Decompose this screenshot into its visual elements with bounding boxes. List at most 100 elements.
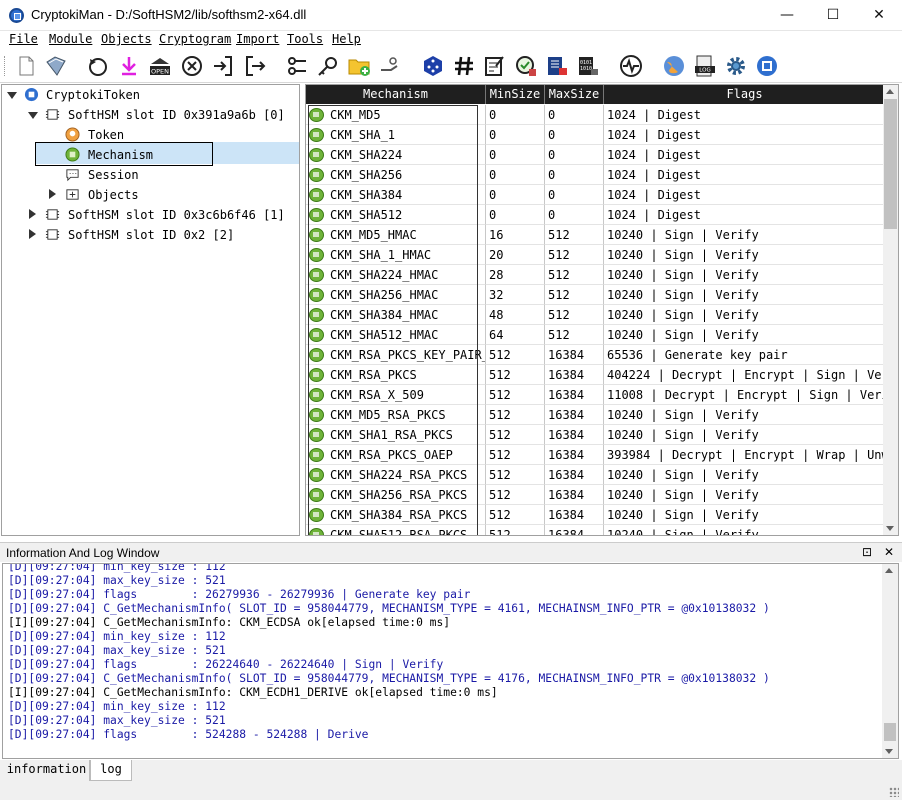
table-cell[interactable]: 16384 (545, 365, 604, 385)
minimize-button[interactable]: — (764, 0, 810, 31)
column-flags[interactable]: Flags (604, 85, 885, 104)
table-row[interactable]: CKM_RSA_PKCS_KEY_PAIR_GEN 512 16384 65536 |… (306, 345, 885, 365)
table-cell[interactable]: 0 (545, 205, 604, 225)
column-maxsize[interactable]: MaxSize (545, 85, 604, 104)
table-cell[interactable]: CKM_SHA256 (306, 165, 486, 185)
table-cell[interactable]: 10240 | Sign | Verify (604, 525, 885, 535)
table-cell[interactable]: 16384 (545, 485, 604, 505)
table-row[interactable]: CKM_SHA224 0 0 1024 | Digest (306, 145, 885, 165)
decrypt-icon[interactable]: 01011010 (576, 54, 600, 78)
table-cell[interactable]: 10240 | Sign | Verify (604, 425, 885, 445)
scroll-down-icon[interactable] (885, 749, 893, 754)
table-cell[interactable]: 16384 (545, 425, 604, 445)
menu-file[interactable]: File (9, 32, 38, 46)
table-row[interactable]: CKM_SHA224_RSA_PKCS 512 16384 10240 | Sign … (306, 465, 885, 485)
menu-cryptogram[interactable]: Cryptogram (159, 32, 231, 46)
table-row[interactable]: CKM_SHA512_RSA_PKCS 512 16384 10240 | Sign … (306, 525, 885, 535)
table-row[interactable]: CKM_SHA384_HMAC 48 512 10240 | Sign | Verif… (306, 305, 885, 325)
table-cell[interactable]: 10240 | Sign | Verify (604, 225, 885, 245)
download-icon[interactable] (117, 54, 141, 78)
table-cell[interactable]: 393984 | Decrypt | Encrypt | Wrap | Unwr… (604, 445, 885, 465)
table-cell[interactable]: 1024 | Digest (604, 145, 885, 165)
scroll-thumb[interactable] (884, 99, 897, 229)
collapsed-arrow-icon[interactable] (29, 229, 36, 239)
table-cell[interactable]: 10240 | Sign | Verify (604, 485, 885, 505)
table-cell[interactable]: CKM_RSA_PKCS (306, 365, 486, 385)
table-row[interactable]: CKM_RSA_PKCS 512 16384 404224 | Decrypt | E… (306, 365, 885, 385)
table-cell[interactable]: 10240 | Sign | Verify (604, 305, 885, 325)
table-cell[interactable]: 512 (486, 385, 545, 405)
table-row[interactable]: CKM_SHA384_RSA_PKCS 512 16384 10240 | Sign … (306, 505, 885, 525)
new-file-icon[interactable] (14, 54, 38, 78)
table-cell[interactable]: 0 (486, 165, 545, 185)
table-cell[interactable]: 512 (545, 285, 604, 305)
tree-slot-2[interactable]: SoftHSM slot ID 0x2 [2] (68, 225, 234, 245)
table-cell[interactable]: 512 (486, 525, 545, 535)
table-cell[interactable]: 16 (486, 225, 545, 245)
table-cell[interactable]: 20 (486, 245, 545, 265)
refresh-icon[interactable] (86, 54, 110, 78)
table-cell[interactable]: CKM_MD5_HMAC (306, 225, 486, 245)
table-row[interactable]: CKM_RSA_X_509 512 16384 11008 | Decrypt | E… (306, 385, 885, 405)
log-icon[interactable]: LOG (693, 54, 717, 78)
table-row[interactable]: CKM_SHA384 0 0 1024 | Digest (306, 185, 885, 205)
table-cell[interactable]: 0 (486, 125, 545, 145)
table-cell[interactable]: CKM_SHA224 (306, 145, 486, 165)
table-cell[interactable]: 16384 (545, 445, 604, 465)
log-vertical-scrollbar[interactable] (882, 564, 898, 758)
table-row[interactable]: CKM_RSA_PKCS_OAEP 512 16384 393984 | Decryp… (306, 445, 885, 465)
scroll-thumb[interactable] (884, 723, 896, 741)
menu-tools[interactable]: Tools (287, 32, 323, 46)
table-cell[interactable]: 512 (486, 365, 545, 385)
table-row[interactable]: CKM_MD5_RSA_PKCS 512 16384 10240 | Sign | V… (306, 405, 885, 425)
table-cell[interactable]: 512 (486, 505, 545, 525)
tree-root-cryptokitoken[interactable]: CryptokiToken (46, 85, 140, 105)
table-cell[interactable]: 0 (545, 125, 604, 145)
table-cell[interactable]: CKM_SHA_1_HMAC (306, 245, 486, 265)
add-folder-icon[interactable] (347, 54, 371, 78)
scroll-up-icon[interactable] (885, 568, 893, 573)
close-button[interactable]: ✕ (856, 0, 902, 31)
table-row[interactable]: CKM_SHA224_HMAC 28 512 10240 | Sign | Verif… (306, 265, 885, 285)
table-cell[interactable]: CKM_SHA512 (306, 205, 486, 225)
float-panel-icon[interactable]: ⊡ (862, 545, 872, 559)
tree-item-token[interactable]: Token (88, 125, 124, 145)
table-row[interactable]: CKM_MD5_HMAC 16 512 10240 | Sign | Verify (306, 225, 885, 245)
tree-item-session[interactable]: Session (88, 165, 139, 185)
table-cell[interactable]: 512 (486, 405, 545, 425)
close-panel-icon[interactable]: ✕ (884, 545, 894, 559)
tab-log[interactable]: log (90, 760, 132, 781)
collapsed-arrow-icon[interactable] (29, 209, 36, 219)
menu-help[interactable]: Help (332, 32, 361, 46)
random-dice-icon[interactable] (421, 54, 445, 78)
tree-item-objects[interactable]: Objects (88, 185, 139, 205)
table-cell[interactable]: 512 (486, 485, 545, 505)
close-session-icon[interactable] (180, 54, 204, 78)
table-cell[interactable]: 0 (545, 185, 604, 205)
table-cell[interactable]: 1024 | Digest (604, 165, 885, 185)
table-cell[interactable]: 16384 (545, 345, 604, 365)
table-cell[interactable]: CKM_RSA_PKCS_OAEP (306, 445, 486, 465)
verify-icon[interactable] (514, 54, 538, 78)
table-cell[interactable]: 1024 | Digest (604, 205, 885, 225)
table-row[interactable]: CKM_SHA256_RSA_PKCS 512 16384 10240 | Sign … (306, 485, 885, 505)
table-cell[interactable]: 64 (486, 325, 545, 345)
hash-icon[interactable] (452, 54, 476, 78)
web-globe-icon[interactable] (662, 54, 686, 78)
table-cell[interactable]: 0 (486, 145, 545, 165)
table-cell[interactable]: 0 (486, 185, 545, 205)
table-cell[interactable]: CKM_SHA512_RSA_PKCS (306, 525, 486, 535)
expand-arrow-icon[interactable] (28, 112, 38, 119)
table-cell[interactable]: 32 (486, 285, 545, 305)
table-cell[interactable]: 28 (486, 265, 545, 285)
open-session-icon[interactable]: OPEN (148, 54, 172, 78)
table-vertical-scrollbar[interactable] (883, 85, 898, 535)
table-cell[interactable]: 512 (545, 265, 604, 285)
table-cell[interactable]: 16384 (545, 465, 604, 485)
tree-slot-0[interactable]: SoftHSM slot ID 0x391a9a6b [0] (68, 105, 285, 125)
table-row[interactable]: CKM_SHA512 0 0 1024 | Digest (306, 205, 885, 225)
about-chip-icon[interactable] (755, 54, 779, 78)
table-cell[interactable]: CKM_SHA512_HMAC (306, 325, 486, 345)
performance-icon[interactable] (619, 54, 643, 78)
table-cell[interactable]: 1024 | Digest (604, 105, 885, 125)
